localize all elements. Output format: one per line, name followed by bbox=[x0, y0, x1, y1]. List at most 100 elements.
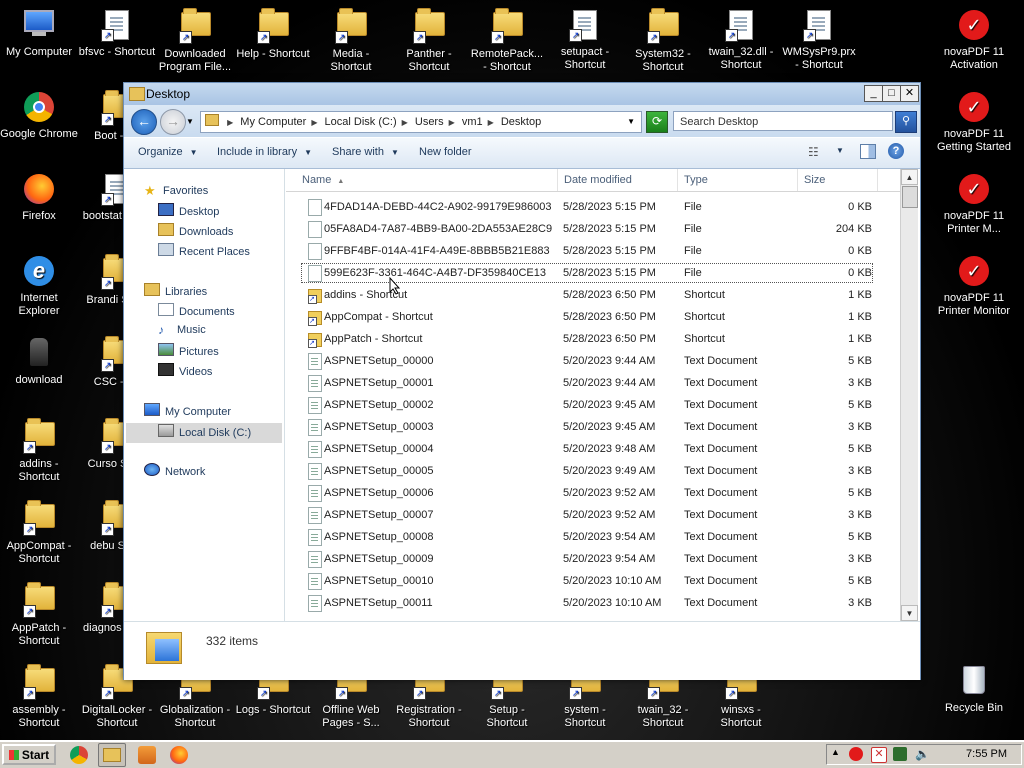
clock[interactable]: 7:55 PM bbox=[966, 748, 1007, 760]
desktop-icon-appcompat[interactable]: ↗ AppCompat - Shortcut bbox=[0, 498, 78, 576]
desktop-icon-novapdf-printer-manager[interactable]: ✓ novaPDF 11 Printer M... bbox=[935, 170, 1013, 248]
nav-local-disk[interactable]: Local Disk (C:) bbox=[126, 423, 282, 443]
file-row[interactable]: ASPNETSetup_00009 5/20/2023 9:54 AM Text D… bbox=[286, 548, 900, 570]
file-row[interactable]: ASPNETSetup_00008 5/20/2023 9:54 AM Text D… bbox=[286, 526, 900, 548]
nav-downloads[interactable]: Downloads bbox=[158, 223, 233, 238]
desktop-icon-system32[interactable]: ↗ System32 - Shortcut bbox=[624, 6, 702, 84]
file-row[interactable]: ASPNETSetup_00005 5/20/2023 9:49 AM Text D… bbox=[286, 460, 900, 482]
desktop-icon-google-chrome[interactable]: Google Chrome bbox=[0, 88, 78, 166]
file-row[interactable]: ASPNETSetup_00006 5/20/2023 9:52 AM Text D… bbox=[286, 482, 900, 504]
desktop-icon-remotepack[interactable]: ↗ RemotePack... - Shortcut bbox=[468, 6, 546, 84]
nav-videos[interactable]: Videos bbox=[158, 363, 212, 378]
file-row[interactable]: AppPatch - Shortcut 5/28/2023 6:50 PM Shor… bbox=[286, 328, 900, 350]
scroll-up-button[interactable]: ▲ bbox=[901, 169, 918, 185]
file-row[interactable]: 05FA8AD4-7A87-4BB9-BA00-2DA553AE28C9 5/28… bbox=[286, 218, 900, 240]
search-input[interactable]: Search Desktop bbox=[673, 111, 893, 131]
desktop-icon-assembly[interactable]: ↗ assembly - Shortcut bbox=[0, 662, 78, 740]
desktop-icon-panther[interactable]: ↗ Panther - Shortcut bbox=[390, 6, 468, 84]
media-player-taskbar-icon[interactable] bbox=[138, 746, 156, 764]
file-row[interactable]: addins - Shortcut 5/28/2023 6:50 PM Shortc… bbox=[286, 284, 900, 306]
forward-button[interactable]: → bbox=[160, 109, 186, 135]
nav-desktop[interactable]: Desktop bbox=[158, 203, 219, 218]
file-row[interactable]: ASPNETSetup_00003 5/20/2023 9:45 AM Text D… bbox=[286, 416, 900, 438]
scroll-down-button[interactable]: ▼ bbox=[901, 605, 918, 621]
close-button[interactable]: ✕ bbox=[900, 85, 919, 102]
address-dropdown-icon[interactable]: ▼ bbox=[627, 112, 635, 132]
back-button[interactable]: ← bbox=[131, 109, 157, 135]
maximize-button[interactable]: □ bbox=[882, 85, 901, 102]
file-row[interactable]: ASPNETSetup_00000 5/20/2023 9:44 AM Text D… bbox=[286, 350, 900, 372]
share-with-button[interactable]: Share with ▼ bbox=[332, 146, 399, 158]
nav-network[interactable]: Network bbox=[144, 463, 205, 478]
explorer-taskbar-button[interactable] bbox=[98, 743, 126, 767]
desktop-icon-firefox[interactable]: Firefox bbox=[0, 170, 78, 248]
nav-music[interactable]: ♪ Music bbox=[158, 323, 206, 337]
organize-button[interactable]: Organize ▼ bbox=[138, 146, 198, 158]
file-row[interactable]: 9FFBF4BF-014A-41F4-A49E-8BBB5B21E883 5/28… bbox=[286, 240, 900, 262]
explorer-window[interactable]: Desktop _ □ ✕ ← → ▼ ▶ My Computer ▶ Local… bbox=[123, 82, 921, 680]
scroll-thumb[interactable] bbox=[902, 186, 918, 208]
breadcrumb-users[interactable]: Users bbox=[415, 112, 444, 132]
new-folder-button[interactable]: New folder bbox=[419, 146, 472, 158]
desktop-icon-help[interactable]: ↗ Help - Shortcut bbox=[234, 6, 312, 84]
breadcrumb-arrow[interactable]: ▶ bbox=[311, 118, 317, 127]
breadcrumb-my-computer[interactable]: My Computer bbox=[240, 112, 306, 132]
refresh-button[interactable]: ⟳ bbox=[646, 111, 668, 133]
file-row[interactable]: ASPNETSetup_00010 5/20/2023 10:10 AM Text … bbox=[286, 570, 900, 592]
preview-pane-icon[interactable] bbox=[860, 144, 876, 159]
desktop-icon-addins[interactable]: ↗ addins - Shortcut bbox=[0, 416, 78, 494]
breadcrumb-arrow[interactable]: ▶ bbox=[488, 118, 494, 127]
file-row[interactable]: ASPNETSetup_00011 5/20/2023 10:10 AM Text … bbox=[286, 592, 900, 614]
breadcrumb-arrow[interactable]: ▶ bbox=[402, 118, 408, 127]
title-bar[interactable]: Desktop _ □ ✕ bbox=[124, 83, 920, 105]
nav-libraries[interactable]: Libraries bbox=[144, 283, 207, 298]
nav-favorites[interactable]: ★ Favorites bbox=[144, 183, 208, 198]
vertical-scrollbar[interactable]: ▲ ▼ bbox=[900, 169, 918, 621]
column-name[interactable]: Name ▲ bbox=[286, 169, 558, 191]
include-in-library-button[interactable]: Include in library ▼ bbox=[217, 146, 312, 158]
file-row[interactable]: ASPNETSetup_00007 5/20/2023 9:52 AM Text D… bbox=[286, 504, 900, 526]
desktop-icon-setupact[interactable]: ↗ setupact - Shortcut bbox=[546, 6, 624, 84]
address-breadcrumb[interactable]: ▶ My Computer ▶ Local Disk (C:) ▶ Users ▶ v… bbox=[200, 111, 642, 133]
file-row[interactable]: 4FDAD14A-DEBD-44C2-A902-99179E986003 5/28… bbox=[286, 196, 900, 218]
file-row[interactable]: ASPNETSetup_00001 5/20/2023 9:44 AM Text D… bbox=[286, 372, 900, 394]
desktop-icon-novapdf-getting-started[interactable]: ✓ novaPDF 11 Getting Started bbox=[935, 88, 1013, 166]
volume-icon[interactable]: 🔈 bbox=[915, 747, 930, 761]
column-date-modified[interactable]: Date modified bbox=[558, 169, 678, 191]
nav-documents[interactable]: Documents bbox=[158, 303, 235, 318]
desktop-icon-downloaded-program-files[interactable]: ↗ Downloaded Program File... bbox=[156, 6, 234, 84]
column-type[interactable]: Type bbox=[678, 169, 798, 191]
file-row[interactable]: 599E623F-3361-464C-A4B7-DF359840CE13 5/28… bbox=[300, 262, 874, 284]
navigation-pane[interactable]: ★ Favorites Desktop Downloads Recent Plac… bbox=[124, 169, 285, 621]
file-list-pane[interactable]: Name ▲ Date modified Type Size 4FDAD14A-D… bbox=[286, 169, 920, 621]
search-icon[interactable]: ⚲ bbox=[895, 111, 917, 133]
desktop-icon-novapdf-printer-monitor[interactable]: ✓ novaPDF 11 Printer Monitor bbox=[935, 252, 1013, 330]
start-button[interactable]: Start bbox=[2, 744, 56, 765]
desktop-icon-apppatch[interactable]: ↗ AppPatch - Shortcut bbox=[0, 580, 78, 658]
breadcrumb-arrow[interactable]: ▶ bbox=[227, 118, 233, 127]
help-icon[interactable]: ? bbox=[888, 143, 904, 159]
network-tray-icon[interactable] bbox=[893, 747, 907, 761]
desktop-icon-twain32dll[interactable]: ↗ twain_32.dll - Shortcut bbox=[702, 6, 780, 84]
column-size[interactable]: Size bbox=[798, 169, 878, 191]
file-row[interactable]: ASPNETSetup_00004 5/20/2023 9:48 AM Text D… bbox=[286, 438, 900, 460]
tray-expand-icon[interactable]: ▲ bbox=[831, 747, 840, 757]
desktop-icon-novapdf-activation[interactable]: ✓ novaPDF 11 Activation bbox=[935, 6, 1013, 84]
breadcrumb-local-disk[interactable]: Local Disk (C:) bbox=[325, 112, 397, 132]
novapdf-tray-icon[interactable] bbox=[849, 747, 863, 761]
desktop-icon-download[interactable]: download bbox=[0, 334, 78, 412]
nav-recent-places[interactable]: Recent Places bbox=[158, 243, 250, 258]
breadcrumb-arrow[interactable]: ▶ bbox=[449, 118, 455, 127]
action-center-icon[interactable]: ✕ bbox=[871, 747, 887, 763]
desktop-icon-my-computer[interactable]: My Computer bbox=[0, 6, 78, 84]
breadcrumb-desktop[interactable]: Desktop bbox=[501, 112, 541, 132]
file-row[interactable]: ASPNETSetup_00002 5/20/2023 9:45 AM Text D… bbox=[286, 394, 900, 416]
desktop-icon-internet-explorer[interactable]: e Internet Explorer bbox=[0, 252, 78, 330]
nav-my-computer[interactable]: My Computer bbox=[144, 403, 231, 418]
desktop-icon-wmsyspr9[interactable]: ↗ WMSysPr9.prx - Shortcut bbox=[780, 6, 858, 84]
desktop-icon-recycle-bin[interactable]: Recycle Bin bbox=[935, 662, 1013, 740]
desktop-icon-media[interactable]: ↗ Media - Shortcut bbox=[312, 6, 390, 84]
breadcrumb-vm1[interactable]: vm1 bbox=[462, 112, 483, 132]
view-options-dropdown[interactable]: ▼ bbox=[836, 146, 844, 155]
change-view-icon[interactable]: ☷ bbox=[808, 145, 819, 159]
